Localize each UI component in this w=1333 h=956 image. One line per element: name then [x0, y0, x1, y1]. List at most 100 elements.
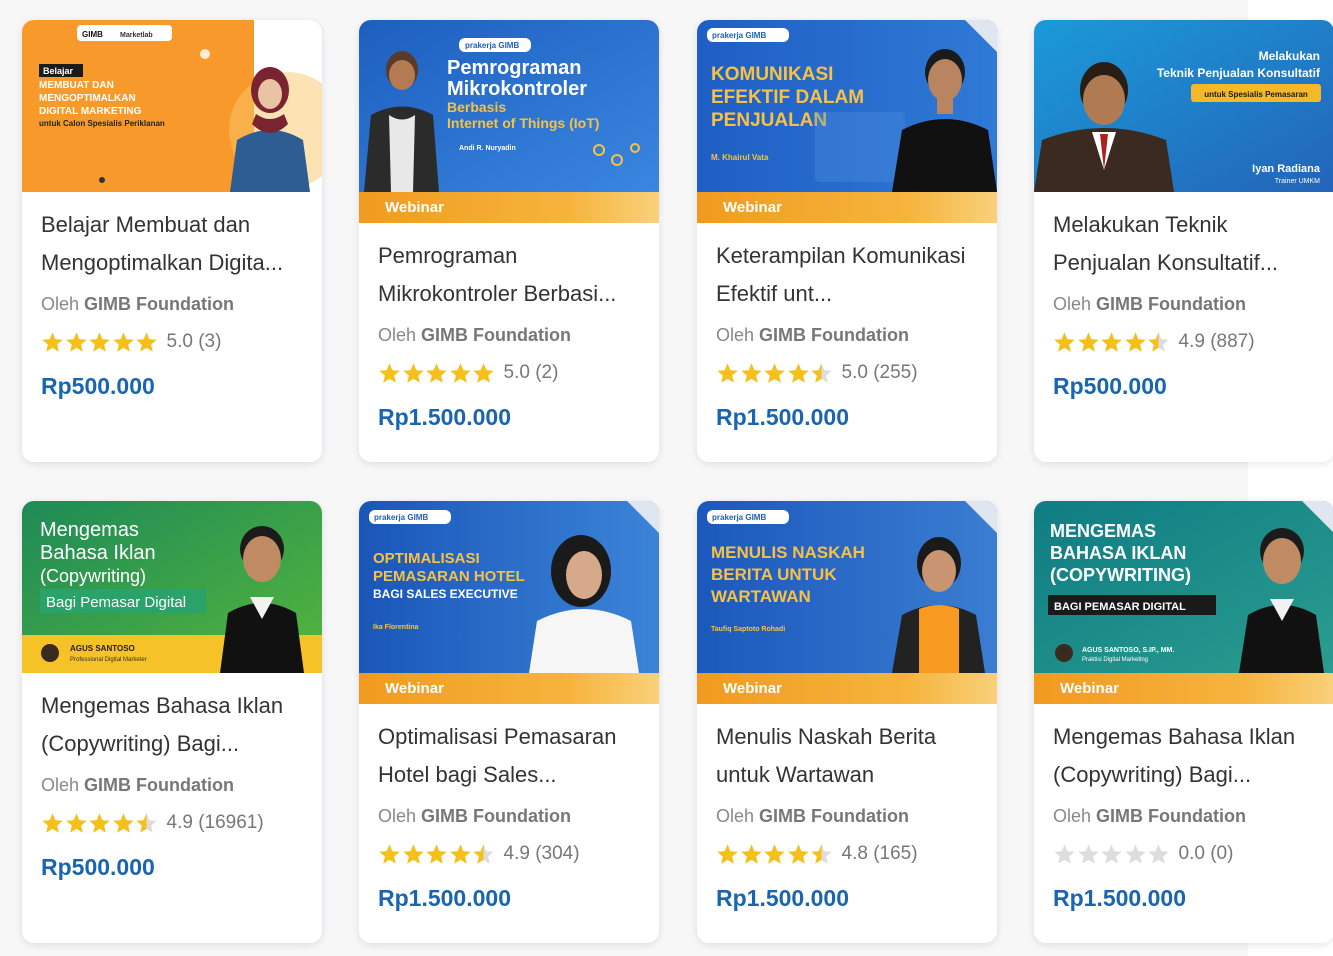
svg-text:M. Khairul Vata: M. Khairul Vata — [711, 153, 769, 162]
star-icon — [89, 332, 110, 352]
course-thumbnail[interactable]: prakerja GIMB OPTIMALISASI PEMASARAN HOT… — [359, 501, 659, 673]
star-icon — [402, 363, 424, 383]
rating-text: 5.0 (2) — [503, 362, 559, 383]
star-icon — [740, 363, 762, 383]
star-icon — [449, 363, 471, 383]
course-title[interactable]: Menulis Naskah Berita untuk Wartawan — [716, 718, 978, 794]
course-author: Oleh GIMB Foundation — [378, 806, 572, 826]
course-rating: 4.9 (304) — [378, 843, 640, 865]
svg-text:Professional Digital Marketer: Professional Digital Marketer — [70, 657, 147, 663]
star-rating — [41, 331, 159, 353]
course-title[interactable]: Keterampilan Komunikasi Efektif unt... — [716, 237, 978, 313]
course-thumbnail[interactable]: Melakukan Teknik Penjualan Konsultatif u… — [1034, 20, 1333, 192]
svg-text:prakerja GIMB: prakerja GIMB — [374, 513, 428, 522]
svg-text:Praktisi Digital Marketing: Praktisi Digital Marketing — [1082, 657, 1148, 663]
svg-text:KOMUNIKASI: KOMUNIKASI — [711, 64, 833, 85]
svg-text:untuk Calon Spesialis Periklan: untuk Calon Spesialis Periklanan — [39, 119, 165, 128]
svg-text:Ika Florentina: Ika Florentina — [373, 624, 419, 631]
webinar-badge: Webinar — [1034, 673, 1333, 704]
svg-text:MENULIS NASKAH: MENULIS NASKAH — [711, 543, 865, 562]
svg-text:Trainer UMKM: Trainer UMKM — [1275, 178, 1320, 185]
course-author: Oleh GIMB Foundation — [716, 806, 910, 826]
svg-text:Bahasa Iklan: Bahasa Iklan — [40, 542, 156, 564]
star-icon — [42, 332, 63, 352]
star-icon — [1148, 844, 1169, 864]
course-title[interactable]: Melakukan Teknik Penjualan Konsultatif..… — [1053, 206, 1315, 282]
course-thumbnail[interactable]: Mengemas Bahasa Iklan (Copywriting) Bagi… — [22, 501, 322, 673]
rating-text: 4.8 (165) — [841, 843, 918, 864]
course-card[interactable]: Melakukan Teknik Penjualan Konsultatif u… — [1034, 20, 1333, 462]
course-author: Oleh GIMB Foundation — [1053, 294, 1247, 314]
course-card[interactable]: MENGEMAS BAHASA IKLAN (COPYWRITING) BAGI… — [1034, 501, 1333, 943]
star-rating — [378, 362, 496, 384]
star-rating — [378, 843, 496, 865]
svg-text:Mikrokontroler: Mikrokontroler — [447, 78, 587, 100]
star-icon — [136, 813, 157, 833]
svg-text:Belajar: Belajar — [43, 66, 74, 76]
star-icon — [136, 332, 157, 352]
course-rating: 4.9 (16961) — [41, 812, 303, 834]
svg-text:PEMASARAN HOTEL: PEMASARAN HOTEL — [373, 568, 525, 585]
course-card[interactable]: Mengemas Bahasa Iklan (Copywriting) Bagi… — [22, 501, 322, 943]
star-icon — [473, 844, 494, 864]
course-title[interactable]: Pemrograman Mikrokontroler Berbasi... — [378, 237, 640, 313]
star-icon — [811, 844, 832, 864]
course-thumbnail[interactable]: prakerja GIMB MENULIS NASKAH BERITA UNTU… — [697, 501, 997, 673]
course-price: Rp1.500.000 — [1053, 885, 1186, 911]
star-icon — [787, 844, 809, 864]
svg-text:MENGOPTIMALKAN: MENGOPTIMALKAN — [39, 93, 136, 104]
star-icon — [764, 363, 785, 383]
rating-text: 4.9 (304) — [503, 843, 580, 864]
star-rating — [1053, 331, 1171, 353]
course-price: Rp1.500.000 — [378, 885, 511, 911]
star-icon — [65, 332, 87, 352]
rating-text: 5.0 (255) — [841, 362, 918, 383]
course-card[interactable]: GIMB Marketlab Belajar MEMBUAT DAN MENGO… — [22, 20, 322, 462]
svg-text:Pemrograman: Pemrograman — [447, 57, 582, 79]
course-title[interactable]: Optimalisasi Pemasaran Hotel bagi Sales.… — [378, 718, 640, 794]
course-price: Rp500.000 — [41, 373, 155, 399]
svg-text:BAGI SALES EXECUTIVE: BAGI SALES EXECUTIVE — [373, 587, 518, 601]
star-icon — [402, 844, 424, 864]
course-card[interactable]: prakerja GIMB Pemrograman Mikrokontroler… — [359, 20, 659, 462]
course-card[interactable]: prakerja GIMB KOMUNIKASI EFEKTIF DALAM P… — [697, 20, 997, 462]
star-rating — [41, 812, 159, 834]
rating-text: 5.0 (3) — [166, 331, 222, 352]
course-card[interactable]: prakerja GIMB MENULIS NASKAH BERITA UNTU… — [697, 501, 997, 943]
svg-text:Berbasis: Berbasis — [447, 99, 506, 115]
course-author: Oleh GIMB Foundation — [378, 325, 572, 345]
svg-text:MENGEMAS: MENGEMAS — [1050, 521, 1156, 541]
course-thumbnail[interactable]: prakerja GIMB Pemrograman Mikrokontroler… — [359, 20, 659, 192]
course-author: Oleh GIMB Foundation — [716, 325, 910, 345]
course-title[interactable]: Mengemas Bahasa Iklan (Copywriting) Bagi… — [1053, 718, 1315, 794]
course-price: Rp1.500.000 — [378, 404, 511, 430]
svg-text:Internet of Things (IoT): Internet of Things (IoT) — [447, 115, 599, 131]
star-icon — [112, 813, 134, 833]
svg-text:prakerja GIMB: prakerja GIMB — [465, 41, 519, 50]
star-rating — [1053, 843, 1171, 865]
course-rating: 0.0 (0) — [1053, 843, 1315, 865]
course-card[interactable]: prakerja GIMB OPTIMALISASI PEMASARAN HOT… — [359, 501, 659, 943]
star-icon — [1101, 332, 1122, 352]
star-icon — [1054, 844, 1075, 864]
svg-text:BAGI PEMASAR DIGITAL: BAGI PEMASAR DIGITAL — [1054, 601, 1186, 613]
course-author: Oleh GIMB Foundation — [41, 775, 235, 795]
star-icon — [717, 844, 738, 864]
svg-text:untuk Spesialis Pemasaran: untuk Spesialis Pemasaran — [1204, 90, 1308, 99]
star-icon — [1077, 844, 1099, 864]
course-thumbnail[interactable]: MENGEMAS BAHASA IKLAN (COPYWRITING) BAGI… — [1034, 501, 1333, 673]
course-title[interactable]: Mengemas Bahasa Iklan (Copywriting) Bagi… — [41, 687, 303, 763]
star-icon — [65, 813, 87, 833]
svg-text:prakerja GIMB: prakerja GIMB — [712, 513, 766, 522]
course-thumbnail[interactable]: prakerja GIMB KOMUNIKASI EFEKTIF DALAM P… — [697, 20, 997, 192]
course-rating: 4.8 (165) — [716, 843, 978, 865]
course-thumbnail[interactable]: GIMB Marketlab Belajar MEMBUAT DAN MENGO… — [22, 20, 322, 192]
svg-text:BERITA UNTUK: BERITA UNTUK — [711, 565, 837, 584]
star-icon — [473, 363, 494, 383]
svg-text:Bagi Pemasar Digital: Bagi Pemasar Digital — [46, 594, 186, 611]
rating-text: 4.9 (16961) — [166, 812, 264, 833]
svg-text:BAHASA IKLAN: BAHASA IKLAN — [1050, 543, 1186, 563]
course-title[interactable]: Belajar Membuat dan Mengoptimalkan Digit… — [41, 206, 303, 282]
svg-text:(Copywriting): (Copywriting) — [40, 566, 146, 586]
svg-text:EFEKTIF DALAM: EFEKTIF DALAM — [711, 87, 864, 108]
